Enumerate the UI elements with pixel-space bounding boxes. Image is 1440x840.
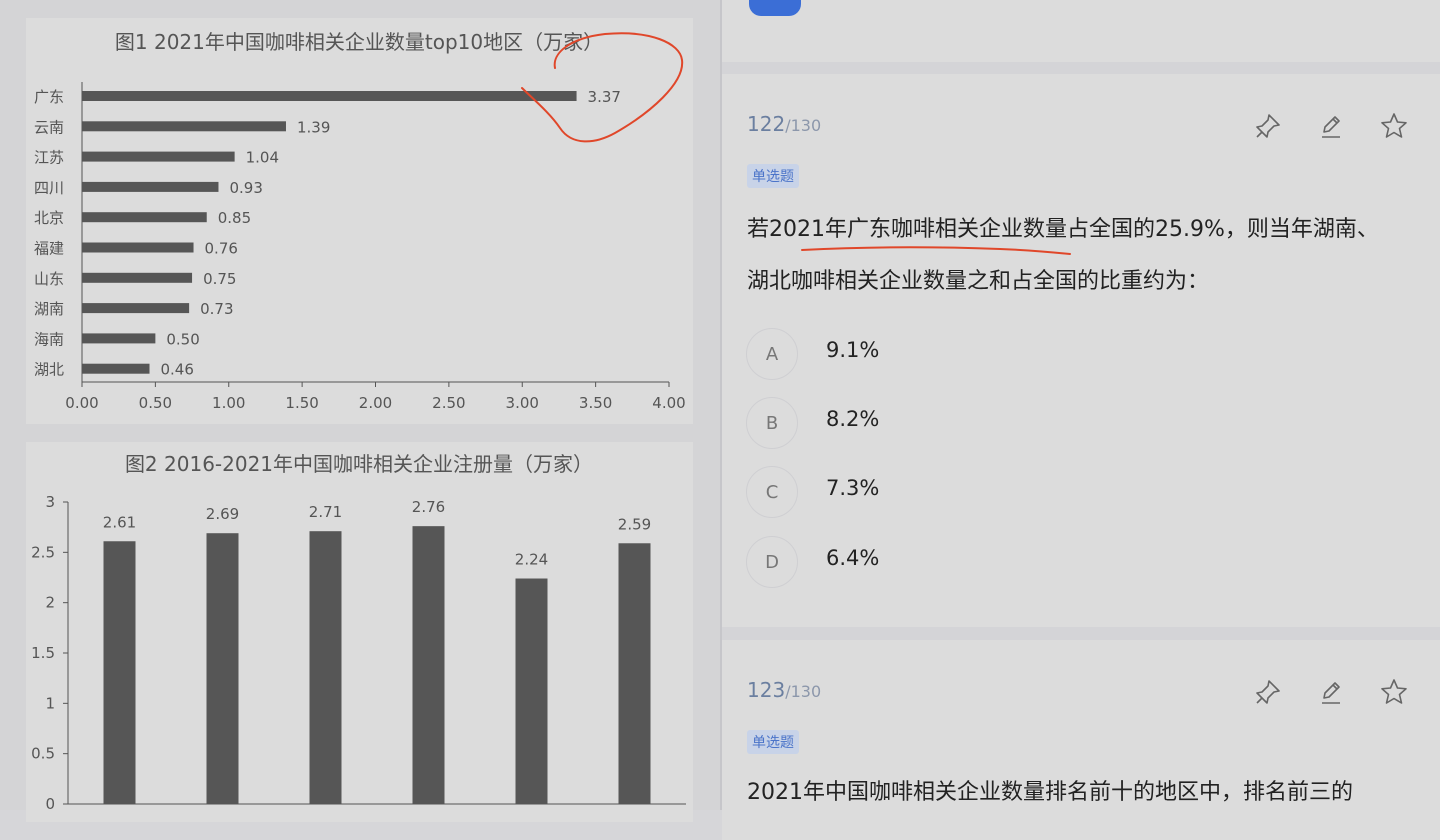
bar	[618, 543, 651, 804]
data-label: 0.85	[218, 209, 251, 227]
question-total: /130	[785, 116, 822, 135]
option-letter: A	[746, 328, 798, 380]
data-label: 0.75	[203, 270, 236, 288]
option-b[interactable]: B 8.2%	[746, 397, 1346, 451]
chart-title: 图2 2016-2021年中国咖啡相关企业注册量（万家）	[125, 452, 593, 476]
data-label: 2.59	[618, 515, 651, 533]
option-text: 9.1%	[826, 338, 880, 362]
previous-question-card	[722, 0, 1440, 62]
bar	[82, 242, 194, 253]
edit-icon[interactable]	[1316, 111, 1346, 141]
question-type-tag: 单选题	[747, 164, 799, 188]
y-tick-label: 1	[45, 694, 55, 712]
y-tick-label: 3	[45, 493, 55, 511]
category-label: 北京	[34, 209, 64, 227]
question-total: /130	[785, 682, 822, 701]
y-tick-label: 0	[45, 795, 55, 813]
pin-icon[interactable]	[1253, 111, 1283, 141]
data-label: 0.46	[161, 361, 194, 379]
edit-icon[interactable]	[1316, 677, 1346, 707]
option-text: 6.4%	[826, 546, 880, 570]
category-label: 湖北	[34, 361, 64, 379]
bar	[82, 333, 156, 344]
x-tick-label: 2.50	[432, 394, 465, 412]
data-label: 2.24	[515, 551, 548, 569]
x-tick-label: 1.50	[285, 394, 318, 412]
data-label: 2.61	[103, 513, 136, 531]
y-tick-label: 1.5	[31, 644, 55, 662]
category-label: 云南	[34, 118, 64, 136]
question-index: 123	[747, 678, 786, 702]
category-label: 山东	[34, 270, 64, 288]
category-label: 海南	[34, 330, 64, 348]
data-label: 0.93	[229, 179, 262, 197]
bar	[103, 541, 136, 804]
chart1: 图1 2021年中国咖啡相关企业数量top10地区（万家） 0.00 0.50 1.0…	[34, 30, 686, 412]
x-tick-label: 3.50	[579, 394, 612, 412]
right-pane: 122/130 单选题 若2021年广东咖啡相关企业数量占全国的25.9%，则当…	[722, 0, 1440, 840]
x-tick-label: 2.00	[359, 394, 392, 412]
question-stem: 若2021年广东咖啡相关企业数量占全国的25.9%，则当年湖南、湖北咖啡相关企业…	[747, 217, 1379, 294]
option-letter: B	[746, 397, 798, 449]
data-label: 2.76	[412, 498, 445, 516]
x-tick-label: 0.50	[139, 394, 172, 412]
data-label: 1.39	[297, 118, 330, 136]
data-label: 2.69	[206, 505, 239, 523]
x-tick-label: 0.00	[65, 394, 98, 412]
option-letter: D	[746, 536, 798, 588]
data-label: 0.50	[166, 330, 199, 348]
category-label: 福建	[34, 240, 64, 258]
question-card-122: 122/130 单选题 若2021年广东咖啡相关企业数量占全国的25.9%，则当…	[722, 74, 1440, 627]
bar	[82, 181, 219, 192]
x-tick-label: 4.00	[652, 394, 685, 412]
bar	[82, 212, 207, 223]
x-tick-label: 1.00	[212, 394, 245, 412]
chart-title: 图1 2021年中国咖啡相关企业数量top10地区（万家）	[115, 30, 603, 54]
option-text: 7.3%	[826, 476, 880, 500]
bar	[309, 531, 342, 804]
star-icon[interactable]	[1379, 111, 1409, 141]
bar	[515, 578, 548, 804]
chart2: 图2 2016-2021年中国咖啡相关企业注册量（万家） 0 0.5 1 1.5 2 2.5…	[31, 452, 686, 813]
data-label: 1.04	[246, 149, 279, 167]
question-index: 122	[747, 112, 786, 136]
bar	[82, 363, 150, 374]
bar	[82, 91, 577, 101]
data-label: 3.37	[588, 88, 621, 106]
data-label: 2.71	[309, 503, 342, 521]
chart2-card: 图2 2016-2021年中国咖啡相关企业注册量（万家） 0 0.5 1 1.5 2 2.5…	[26, 442, 693, 822]
question-card-123: 123/130 单选题 2021年中国咖啡相关企业数量排名前十的地区中，排名前三…	[722, 640, 1440, 840]
submit-button[interactable]	[749, 0, 801, 16]
question-stem: 2021年中国咖啡相关企业数量排名前十的地区中，排名前三的	[747, 780, 1353, 805]
question-number: 122/130	[747, 112, 821, 136]
bar	[82, 303, 190, 314]
category-label: 湖南	[34, 300, 64, 318]
bar	[206, 533, 239, 804]
option-text: 8.2%	[826, 407, 880, 431]
bar	[82, 272, 193, 283]
y-tick-label: 0.5	[31, 745, 55, 763]
option-d[interactable]: D 6.4%	[746, 536, 1346, 590]
data-label: 0.73	[200, 300, 233, 318]
bar	[82, 121, 286, 132]
option-letter: C	[746, 466, 798, 518]
chart1-card: 图1 2021年中国咖啡相关企业数量top10地区（万家） 0.00 0.50 1.0…	[26, 18, 693, 424]
bar	[82, 151, 235, 162]
category-label: 江苏	[34, 149, 64, 167]
left-pane: 图1 2021年中国咖啡相关企业数量top10地区（万家） 0.00 0.50 1.0…	[0, 0, 720, 822]
pin-icon[interactable]	[1253, 677, 1283, 707]
data-label: 0.76	[205, 240, 238, 258]
x-tick-label: 3.00	[506, 394, 539, 412]
question-number: 123/130	[747, 678, 821, 702]
option-a[interactable]: A 9.1%	[746, 328, 1346, 382]
bar	[412, 526, 445, 804]
category-label: 四川	[34, 179, 64, 197]
star-icon[interactable]	[1379, 677, 1409, 707]
option-c[interactable]: C 7.3%	[746, 466, 1346, 520]
y-tick-label: 2.5	[31, 543, 55, 561]
y-tick-label: 2	[45, 594, 55, 612]
question-type-tag: 单选题	[747, 730, 799, 754]
category-label: 广东	[34, 88, 64, 106]
